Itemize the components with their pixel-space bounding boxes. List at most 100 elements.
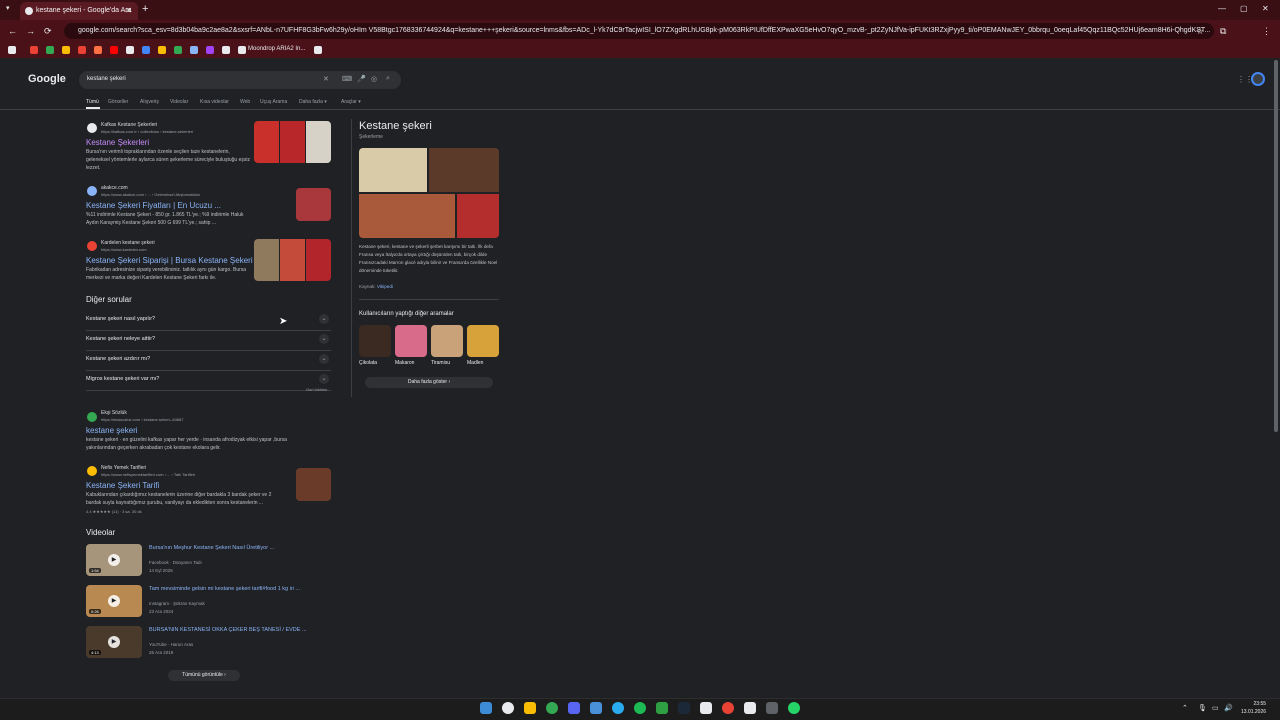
result-url[interactable]: https://www.nefisyemektarifleri.com › ..… [101, 472, 195, 477]
browser-tab[interactable]: kestane şekeri - Google'da Ara ✕ [20, 2, 138, 20]
bookmark-icon[interactable] [174, 46, 182, 54]
paa-question[interactable]: Kestane şekeri nasıl yapılır? ⌄ [86, 311, 331, 331]
app-icon[interactable] [744, 702, 756, 714]
related-label[interactable]: Madlen [467, 360, 483, 366]
tab-more[interactable]: Daha fazla ▾ [299, 99, 327, 105]
bookmark-icon[interactable] [314, 46, 322, 54]
chevron-down-icon[interactable]: ⌄ [319, 314, 329, 324]
file-explorer-icon[interactable] [524, 702, 536, 714]
paa-question[interactable]: Kestane şekeri azdırır mı? ⌄ [86, 351, 331, 371]
google-logo[interactable]: Google [28, 73, 66, 85]
paa-question[interactable]: Migros kestane şekeri var mı? ⌄ [86, 371, 331, 391]
result-title[interactable]: Kestane Şekeri Fiyatları | En Ucuzu ... [86, 201, 221, 210]
bookmark-icon[interactable] [142, 46, 150, 54]
result-title[interactable]: Kestane Şekerleri [86, 138, 149, 147]
tab-tools[interactable]: Araçlar ▾ [341, 99, 361, 105]
result-site-name[interactable]: Kardelen kestane şekeri [101, 240, 155, 246]
spotify-icon[interactable] [634, 702, 646, 714]
feedback-link[interactable]: Geri bildirim [306, 387, 327, 392]
video-title[interactable]: Tam mevsiminde gelsin mi kestane şekeri … [149, 586, 300, 592]
tab-videos[interactable]: Videolar [170, 99, 188, 105]
tab-web[interactable]: Web [240, 99, 250, 105]
whatsapp-icon[interactable] [788, 702, 800, 714]
result-site-name[interactable]: Ekşi Sözlük [101, 410, 127, 416]
x-icon[interactable] [126, 46, 134, 54]
app-icon[interactable] [590, 702, 602, 714]
result-site-name[interactable]: Nefis Yemek Tarifleri [101, 465, 146, 471]
bookmark-icon[interactable] [206, 46, 214, 54]
minimize-button[interactable]: — [1218, 4, 1226, 13]
result-url[interactable]: https://www.akakce.com › ... › Gelenekse… [101, 192, 200, 197]
kp-image-collage[interactable] [359, 148, 499, 238]
tab-close-icon[interactable]: ✕ [125, 6, 132, 15]
video-thumbnail[interactable]: ▶ 4:13 [86, 626, 142, 658]
related-image[interactable] [395, 325, 427, 357]
video-title[interactable]: BURSA'NIN KESTANESİ OKKA ÇEKER BEŞ TANES… [149, 627, 307, 633]
forward-button[interactable]: → [26, 26, 35, 36]
start-icon[interactable] [480, 702, 492, 714]
reload-button[interactable]: ⟳ [44, 26, 52, 37]
bookmark-icon[interactable] [62, 46, 70, 54]
extensions-icon[interactable]: ⧉ [1220, 26, 1226, 37]
app-icon[interactable] [656, 702, 668, 714]
chevron-down-icon[interactable]: ⌄ [319, 354, 329, 364]
result-url[interactable]: https://eksisozluk.com › kestane-sekeri-… [101, 417, 183, 422]
related-image[interactable] [431, 325, 463, 357]
result-title[interactable]: Kestane Şekeri Siparişi | Bursa Kestane … [86, 256, 262, 265]
tab-search-button[interactable]: ▾ [6, 4, 10, 12]
folder-icon[interactable] [158, 46, 166, 54]
result-title[interactable]: Kestane Şekeri Tarifi [86, 481, 159, 490]
avatar[interactable] [1251, 72, 1265, 86]
youtube-icon[interactable] [110, 46, 118, 54]
chevron-down-icon[interactable]: ⌄ [319, 374, 329, 384]
related-label[interactable]: Tiramisu [431, 360, 450, 366]
result-title[interactable]: kestane şekeri [86, 426, 138, 435]
tab-flights[interactable]: Uçuş Arama [260, 99, 287, 105]
result-url[interactable]: https://kafkas.com.tr › collections › ke… [101, 129, 193, 134]
result-url[interactable]: https://www.kardelen.com [101, 247, 147, 252]
steam-icon[interactable] [678, 702, 690, 714]
gmail-icon[interactable] [30, 46, 38, 54]
mic-icon[interactable]: 🎤 [357, 75, 366, 83]
video-thumbnail[interactable]: ▶ 1:54 [86, 544, 142, 576]
close-window-button[interactable]: ✕ [1262, 4, 1269, 13]
wikipedia-link[interactable]: Vikipedi [377, 284, 393, 289]
related-label[interactable]: Çikolata [359, 360, 377, 366]
search-icon[interactable] [502, 702, 514, 714]
chrome-icon[interactable] [546, 702, 558, 714]
new-tab-button[interactable]: + [142, 3, 148, 15]
show-more-button[interactable]: Daha fazla göster › [365, 377, 493, 388]
result-site-name[interactable]: Kafkas Kestane Şekerleri [101, 122, 157, 128]
tab-shopping[interactable]: Alışveriş [140, 99, 159, 105]
clock[interactable]: 23:55 13.01.2026 [1241, 700, 1266, 716]
mic-icon[interactable]: 🎙 [1198, 704, 1207, 712]
bookmark-icon[interactable] [78, 46, 86, 54]
app-icon[interactable] [700, 702, 712, 714]
related-label[interactable]: Makaron [395, 360, 414, 366]
view-all-videos-button[interactable]: Tümünü görüntüle › [168, 670, 240, 681]
lens-icon[interactable]: ◎ [371, 75, 377, 83]
clear-icon[interactable]: ✕ [323, 75, 329, 83]
bookmark-icon[interactable] [46, 46, 54, 54]
bookmark-icon[interactable] [238, 46, 246, 54]
result-thumbnail[interactable] [296, 468, 331, 501]
apps-icon[interactable] [8, 46, 16, 54]
scrollbar[interactable] [1274, 60, 1278, 432]
related-image[interactable] [359, 325, 391, 357]
bookmark-icon[interactable] [190, 46, 198, 54]
chrome-menu-icon[interactable]: ⋮ [1262, 26, 1271, 37]
related-image[interactable] [467, 325, 499, 357]
telegram-icon[interactable] [612, 702, 624, 714]
keyboard-icon[interactable]: ⌨ [342, 75, 352, 83]
app-icon[interactable] [766, 702, 778, 714]
bookmark-icon[interactable] [222, 46, 230, 54]
search-input[interactable]: kestane şekeri [79, 71, 401, 89]
bookmark-star-icon[interactable]: ☆ [1196, 26, 1204, 37]
result-thumbnail[interactable] [254, 121, 331, 163]
paa-question[interactable]: Kestane şekeri neleye aittir? ⌄ [86, 331, 331, 351]
video-thumbnail[interactable]: ▶ 0:26 [86, 585, 142, 617]
search-icon[interactable]: ⌕ [386, 75, 390, 83]
bookmark-moondrop[interactable]: Moondrop ARIA2 In... [248, 46, 305, 52]
chevron-up-icon[interactable]: ⌃ [1182, 704, 1188, 712]
network-icon[interactable]: ▭ [1212, 704, 1219, 712]
